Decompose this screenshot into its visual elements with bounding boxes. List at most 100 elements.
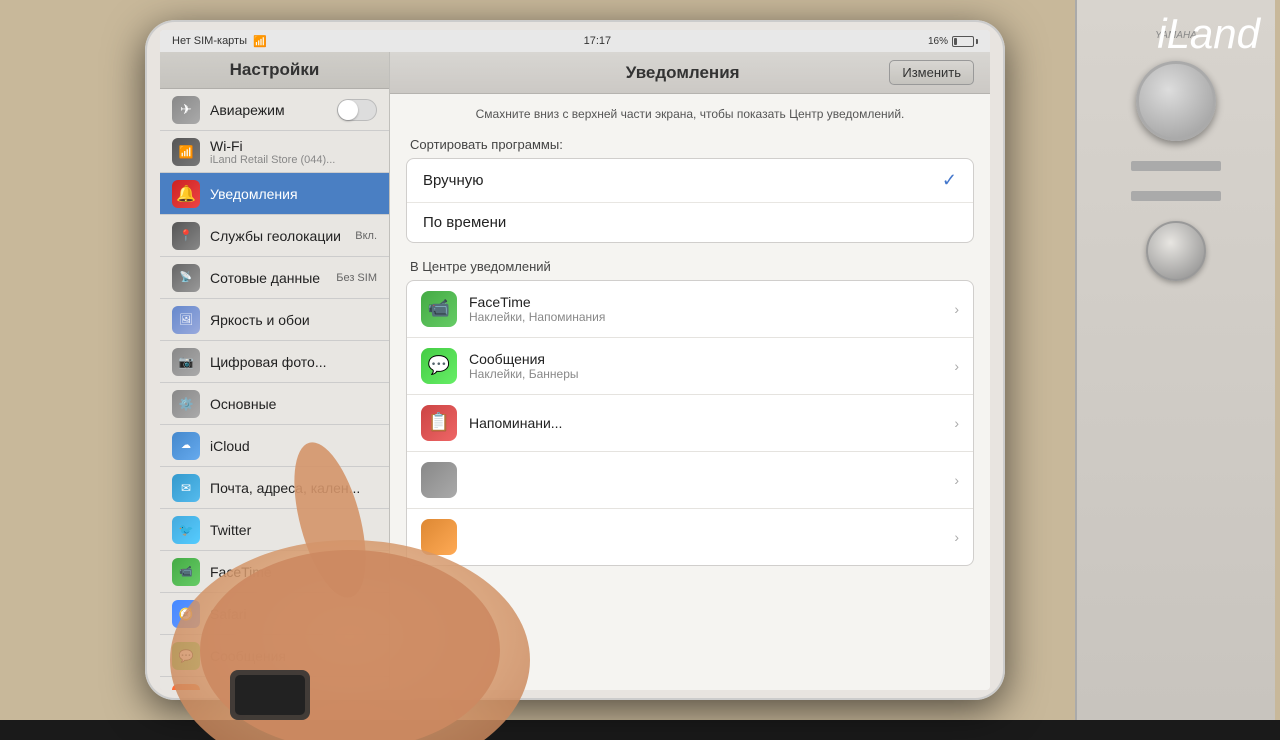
music-label: Музыка [210,690,377,691]
no-sim-text: Нет SIM-карты [172,35,247,47]
safari-label: Safari [210,606,377,622]
facetime-icon: 📹 [172,558,200,586]
notif-facetime-sub: Наклейки, Напоминания [469,310,942,324]
row4-chevron-icon: › [954,472,959,488]
messages-icon: 💬 [172,642,200,670]
airplane-icon: ✈ [172,96,200,124]
facetime-label: FaceTime [210,564,377,580]
location-icon: 📍 [172,222,200,250]
yamaha-knob [1136,61,1216,141]
wifi-sublabel: iLand Retail Store (044)... [210,154,377,166]
sort-option-time[interactable]: По времени [407,203,973,242]
music-icon: 🎵 [172,684,200,691]
mail-icon: ✉ [172,474,200,502]
camera-label: Цифровая фото... [210,354,377,370]
mail-text: Почта, адреса, кален... [210,480,377,496]
facetime-text: FaceTime [210,564,377,580]
notifications-group: 📹 FaceTime Наклейки, Напоминания › 💬 [406,280,974,566]
sidebar-header: Настройки [160,52,389,89]
edit-button[interactable]: Изменить [889,60,974,85]
sidebar-item-airplane[interactable]: ✈ Авиарежим [160,89,389,131]
camera-text: Цифровая фото... [210,354,377,370]
sort-options-group: Вручную ✓ По времени [406,158,974,243]
general-icon: ⚙️ [172,390,200,418]
wallpaper-icon: 🖼 [172,306,200,334]
messages-chevron-icon: › [954,358,959,374]
status-left: Нет SIM-карты 📶 [172,35,267,48]
notif-facetime-text: FaceTime Наклейки, Напоминания [469,294,942,324]
cellular-icon: 📡 [172,264,200,292]
notif-reminders-text: Напоминани... [469,415,942,431]
notifications-icon: 🔔 [172,180,200,208]
notif-item-row4[interactable]: › [407,452,973,509]
toggle-track [337,99,377,121]
notif-item-messages[interactable]: 💬 Сообщения Наклейки, Баннеры › [407,338,973,395]
sidebar-item-location[interactable]: 📍 Службы геолокации Вкл. [160,215,389,257]
location-text: Службы геолокации [210,228,345,244]
icloud-text: iCloud [210,438,377,454]
ipad-screen: Нет SIM-карты 📶 17:17 16% Настройки [160,30,990,690]
row5-chevron-icon: › [954,529,959,545]
ipad-frame: Нет SIM-карты 📶 17:17 16% Настройки [145,20,1005,700]
sidebar-item-safari[interactable]: 🧭 Safari [160,593,389,635]
sidebar-item-icloud[interactable]: ☁ iCloud [160,425,389,467]
location-badge: Вкл. [355,230,377,242]
notif-row5-icon [421,519,457,555]
airplane-text: Авиарежим [210,102,327,118]
notifications-text: Уведомления [210,186,377,202]
messages-label: Сообщения [210,648,377,664]
sidebar-title: Настройки [230,60,320,79]
content-body: Смахните вниз с верхней части экрана, чт… [390,94,990,690]
location-label: Службы геолокации [210,228,345,244]
sidebar-item-camera[interactable]: 📷 Цифровая фото... [160,341,389,383]
sort-option-manual[interactable]: Вручную ✓ [407,159,973,203]
notif-item-facetime[interactable]: 📹 FaceTime Наклейки, Напоминания › [407,281,973,338]
wifi-settings-icon: 📶 [172,138,200,166]
notif-facetime-icon: 📹 [421,291,457,327]
sidebar-item-wallpaper[interactable]: 🖼 Яркость и обои [160,299,389,341]
notif-item-row5[interactable]: › [407,509,973,565]
cellular-label: Сотовые данные [210,270,326,286]
messages-text: Сообщения [210,648,377,664]
main-content-panel: Уведомления Изменить Смахните вниз с вер… [390,52,990,690]
sort-label: Сортировать программы: [406,137,974,152]
notif-item-reminders[interactable]: 📋 Напоминани... › [407,395,973,452]
airplane-toggle[interactable] [337,99,377,121]
sort-manual-label: Вручную [423,172,942,189]
watermark-text: iLand [1157,10,1260,58]
wallpaper-label: Яркость и обои [210,312,377,328]
hint-text: Смахните вниз с верхней части экрана, чт… [406,106,974,123]
reminders-chevron-icon: › [954,415,959,431]
notif-messages-text: Сообщения Наклейки, Баннеры [469,351,942,381]
safari-text: Safari [210,606,377,622]
wifi-label: Wi-Fi [210,138,377,154]
content-header: Уведомления Изменить [390,52,990,94]
safari-icon: 🧭 [172,600,200,628]
sidebar-item-cellular[interactable]: 📡 Сотовые данные Без SIM [160,257,389,299]
sidebar-item-twitter[interactable]: 🐦 Twitter [160,509,389,551]
sidebar-item-mail[interactable]: ✉ Почта, адреса, кален... [160,467,389,509]
status-bar: Нет SIM-карты 📶 17:17 16% [160,30,990,52]
general-label: Основные [210,396,377,412]
twitter-text: Twitter [210,522,377,538]
twitter-icon: 🐦 [172,516,200,544]
music-text: Музыка [210,690,377,691]
icloud-label: iCloud [210,438,377,454]
notif-messages-name: Сообщения [469,351,942,367]
sidebar-item-messages[interactable]: 💬 Сообщения [160,635,389,677]
yamaha-device: YAMAHA [1075,0,1275,720]
battery-percent: 16% [928,36,948,47]
main-area: Настройки ✈ Авиарежим 📶 [160,52,990,690]
mail-label: Почта, адреса, кален... [210,480,377,496]
notif-reminders-icon: 📋 [421,405,457,441]
battery-indicator [952,36,978,47]
yamaha-bar1 [1131,161,1221,171]
status-right: 16% [928,36,978,47]
toggle-thumb [338,100,358,120]
sidebar-item-notifications[interactable]: 🔔 Уведомления [160,173,389,215]
sidebar-item-music[interactable]: 🎵 Музыка [160,677,389,690]
sidebar: Настройки ✈ Авиарежим 📶 [160,52,390,690]
sidebar-item-general[interactable]: ⚙️ Основные [160,383,389,425]
sidebar-item-facetime[interactable]: 📹 FaceTime [160,551,389,593]
sidebar-item-wifi[interactable]: 📶 Wi-Fi iLand Retail Store (044)... [160,131,389,173]
